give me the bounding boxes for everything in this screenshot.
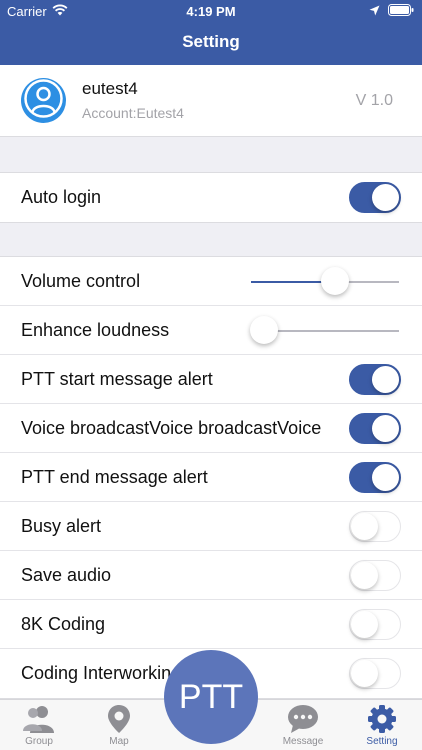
- avatar: [21, 78, 66, 123]
- slider-thumb[interactable]: [321, 267, 350, 295]
- switch-knob: [351, 611, 378, 638]
- battery-icon: [388, 4, 414, 19]
- profile-card[interactable]: eutest4 Account:Eutest4 V 1.0: [0, 65, 422, 137]
- auto-login-label: Auto login: [21, 187, 102, 207]
- save-audio-row: Save audio: [0, 551, 422, 600]
- switch-knob: [351, 660, 378, 687]
- tab-group-label: Group: [25, 736, 53, 747]
- profile-account: Account:Eutest4: [82, 105, 184, 121]
- coding-8k-row: 8K Coding: [0, 600, 422, 649]
- coding-interworking-label: Coding Interworking: [21, 663, 182, 683]
- group-icon: [4, 704, 74, 734]
- page-title: Setting: [182, 32, 240, 51]
- switch-knob: [372, 464, 399, 491]
- ptt-start-alert-switch[interactable]: [349, 364, 401, 395]
- profile-name: eutest4: [82, 79, 138, 98]
- voice-broadcast-label: Voice broadcastVoice broadcastVoice: [21, 418, 322, 438]
- switch-knob: [351, 562, 378, 589]
- switch-knob: [372, 184, 399, 211]
- voice-broadcast-row: Voice broadcastVoice broadcastVoice: [0, 404, 422, 453]
- switch-knob: [372, 366, 399, 393]
- navigation-bar: Carrier 4:19 PM Setting: [0, 0, 422, 65]
- volume-control-label: Volume control: [21, 271, 141, 291]
- tab-group[interactable]: Group: [4, 704, 74, 747]
- busy-alert-row: Busy alert: [0, 502, 422, 551]
- status-bar: Carrier 4:19 PM: [0, 0, 422, 22]
- switch-knob: [351, 513, 378, 540]
- tab-message-label: Message: [282, 736, 324, 747]
- user-icon: [21, 76, 66, 126]
- ptt-end-alert-switch[interactable]: [349, 462, 401, 493]
- ptt-button[interactable]: PTT: [164, 650, 258, 744]
- save-audio-switch[interactable]: [349, 560, 401, 591]
- auto-login-switch[interactable]: [349, 182, 401, 213]
- busy-alert-label: Busy alert: [21, 516, 102, 536]
- coding-8k-switch[interactable]: [349, 609, 401, 640]
- save-audio-label: Save audio: [21, 565, 112, 585]
- settings-group-login: Auto login: [0, 172, 422, 223]
- tab-message[interactable]: Message: [268, 704, 338, 747]
- tab-map[interactable]: Map: [84, 704, 154, 747]
- map-pin-icon: [84, 704, 154, 734]
- switch-knob: [372, 415, 399, 442]
- ptt-end-alert-row: PTT end message alert: [0, 453, 422, 502]
- enhance-loudness-label: Enhance loudness: [21, 320, 170, 340]
- tab-setting-label: Setting: [366, 736, 398, 747]
- gear-icon: [347, 704, 417, 734]
- slider-track-empty: [264, 330, 399, 332]
- enhance-loudness-row: Enhance loudness: [0, 306, 422, 355]
- coding-interworking-switch[interactable]: [349, 658, 401, 689]
- slider-thumb[interactable]: [250, 316, 279, 344]
- message-icon: [268, 704, 338, 734]
- ptt-start-alert-label: PTT start message alert: [21, 369, 213, 389]
- ptt-end-alert-label: PTT end message alert: [21, 467, 208, 487]
- volume-control-slider[interactable]: [251, 267, 399, 295]
- settings-group-audio: Volume control Enhance loudness PTT star…: [0, 256, 422, 699]
- tab-map-label: Map: [109, 736, 129, 747]
- volume-control-row: Volume control: [0, 257, 422, 306]
- auto-login-row: Auto login: [0, 173, 422, 222]
- tab-setting[interactable]: Setting: [347, 704, 417, 747]
- coding-8k-label: 8K Coding: [21, 614, 106, 634]
- location-arrow-icon: [369, 4, 380, 19]
- ptt-start-alert-row: PTT start message alert: [0, 355, 422, 404]
- status-time: 4:19 PM: [186, 4, 236, 19]
- enhance-loudness-slider[interactable]: [250, 316, 399, 344]
- busy-alert-switch[interactable]: [349, 511, 401, 542]
- app-version: V 1.0: [355, 92, 393, 109]
- voice-broadcast-switch[interactable]: [349, 413, 401, 444]
